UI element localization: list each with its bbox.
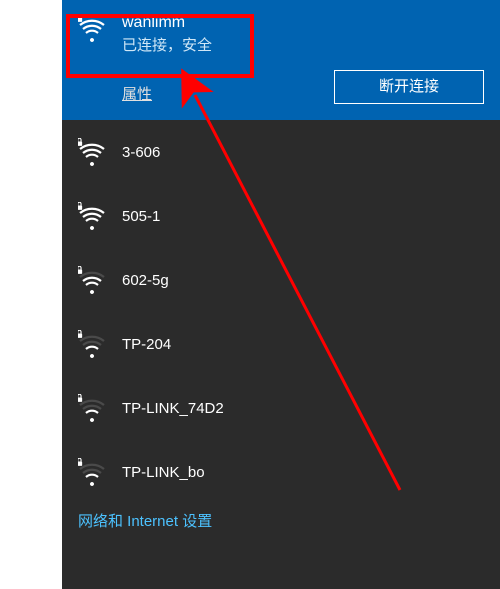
connected-network-info: wanlimm 已连接，安全 xyxy=(122,14,484,55)
wifi-flyout-panel: wanlimm 已连接，安全 属性 断开连接 3-606 505-1 602-5g T… xyxy=(62,0,500,589)
wifi-secured-icon xyxy=(78,330,106,358)
network-item[interactable]: 3-606 xyxy=(62,120,500,184)
network-item[interactable]: TP-204 xyxy=(62,312,500,376)
network-name: 602-5g xyxy=(122,272,169,289)
network-name: 505-1 xyxy=(122,208,160,225)
network-item[interactable]: TP-LINK_74D2 xyxy=(62,376,500,440)
wifi-secured-icon xyxy=(78,458,106,486)
connected-network-name: wanlimm xyxy=(122,14,484,32)
wifi-secured-icon xyxy=(78,394,106,422)
wifi-secured-icon xyxy=(78,202,106,230)
network-properties-link[interactable]: 属性 xyxy=(122,83,152,104)
wifi-secured-icon xyxy=(78,14,106,42)
wifi-secured-icon xyxy=(78,266,106,294)
network-item[interactable]: TP-LINK_bo xyxy=(62,440,500,504)
connected-network-row: wanlimm 已连接，安全 xyxy=(78,14,484,55)
connected-network-status: 已连接，安全 xyxy=(122,34,484,55)
network-name: TP-LINK_74D2 xyxy=(122,400,224,417)
network-name: TP-204 xyxy=(122,336,171,353)
network-item[interactable]: 505-1 xyxy=(62,184,500,248)
connected-network-section[interactable]: wanlimm 已连接，安全 属性 断开连接 xyxy=(62,0,500,120)
network-settings-link[interactable]: 网络和 Internet 设置 xyxy=(62,504,500,535)
network-name: TP-LINK_bo xyxy=(122,464,205,481)
disconnect-button[interactable]: 断开连接 xyxy=(334,70,484,104)
network-item[interactable]: 602-5g xyxy=(62,248,500,312)
network-name: 3-606 xyxy=(122,144,160,161)
available-networks-list: 3-606 505-1 602-5g TP-204 TP-LINK_74D2 TP-LIN… xyxy=(62,120,500,504)
wifi-secured-icon xyxy=(78,138,106,166)
